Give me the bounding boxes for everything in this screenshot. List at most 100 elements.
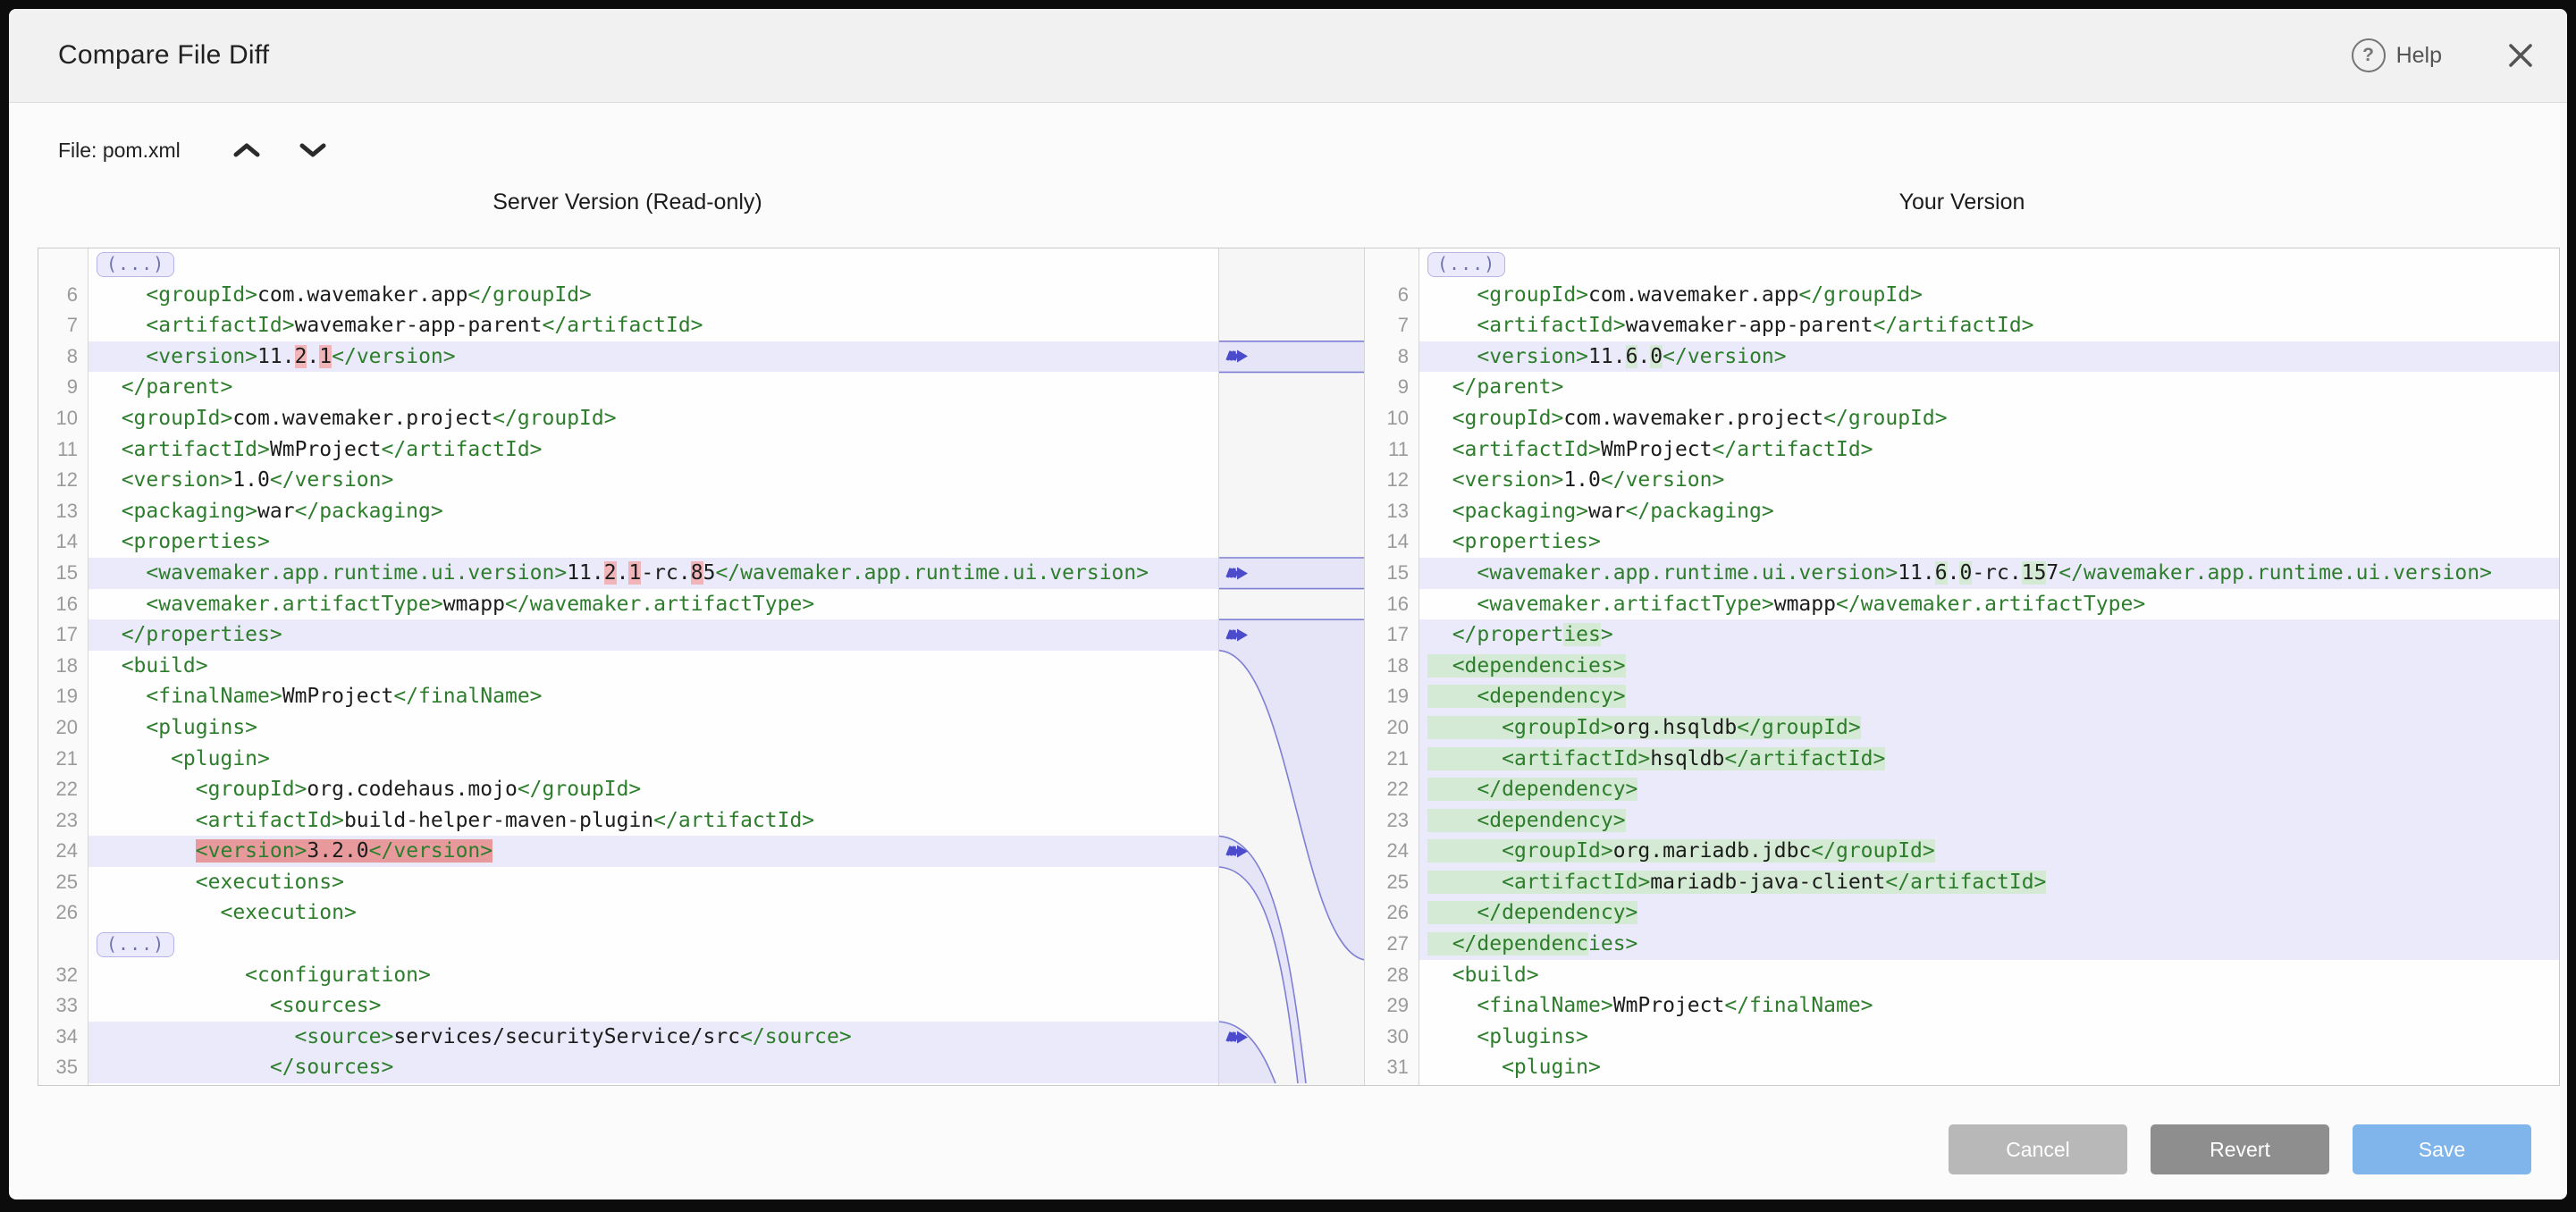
code-row: <build>	[88, 651, 1218, 682]
code-row: <groupId>org.codehaus.mojo</groupId>	[88, 774, 1218, 805]
line-number: 16	[1365, 589, 1418, 620]
line-number: 15	[1365, 558, 1418, 589]
code-row: </dependency>	[1419, 774, 2559, 805]
help-button[interactable]: ? Help	[2352, 38, 2442, 72]
code-row: <version>1.0</version>	[88, 465, 1218, 496]
line-number: 23	[38, 805, 88, 837]
line-number: 14	[1365, 526, 1418, 558]
code-row: <artifactId>WmProject</artifactId>	[1419, 434, 2559, 466]
apply-change-arrow-4[interactable]	[1225, 844, 1250, 859]
line-number: 16	[38, 589, 88, 620]
diff-connector-strip	[1219, 248, 1365, 1085]
code-row: <artifactId>mariadb-java-client</artifac…	[1419, 867, 2559, 898]
code-row: <finalName>WmProject</finalName>	[1419, 990, 2559, 1022]
chevron-down-icon[interactable]	[290, 132, 336, 168]
help-label: Help	[2396, 43, 2442, 69]
line-number: 13	[1365, 496, 1418, 527]
line-number: 13	[38, 496, 88, 527]
code-row: <configuration>	[88, 960, 1218, 991]
save-button[interactable]: Save	[2353, 1124, 2531, 1174]
code-row: <packaging>war</packaging>	[1419, 496, 2559, 527]
file-name-label: File: pom.xml	[58, 139, 181, 163]
code-row: <dependency>	[1419, 681, 2559, 712]
code-row: </properties>	[1419, 619, 2559, 651]
line-number: 7	[1365, 310, 1418, 341]
code-row: <executions>	[88, 867, 1218, 898]
collapsed-region-row: (...)	[88, 929, 1218, 960]
collapsed-region-row: (...)	[1419, 248, 2559, 280]
compare-file-diff-dialog: Compare File Diff ? Help File: pom.xml	[9, 9, 2567, 1199]
line-number	[1365, 248, 1418, 280]
line-number: 32	[38, 960, 88, 991]
left-code[interactable]: (...) <groupId>com.wavemaker.app</groupI…	[88, 248, 1219, 1085]
code-row: </parent>	[1419, 372, 2559, 403]
cancel-button[interactable]: Cancel	[1949, 1124, 2127, 1174]
code-row: <artifactId>WmProject</artifactId>	[88, 434, 1218, 466]
collapsed-region-row: (...)	[88, 248, 1218, 280]
code-row: <plugin>	[88, 744, 1218, 775]
code-row: <properties>	[1419, 526, 2559, 558]
line-number: 21	[38, 744, 88, 775]
code-row: <properties>	[88, 526, 1218, 558]
line-number: 34	[38, 1022, 88, 1053]
file-toolbar: File: pom.xml	[58, 132, 336, 168]
right-line-numbers: 6789101112131415161718192021222324252627…	[1365, 248, 1419, 1085]
apply-change-arrow-1[interactable]	[1225, 349, 1250, 364]
code-row: </properties>	[88, 619, 1218, 651]
code-row: <plugin>	[1419, 1052, 2559, 1083]
line-number: 18	[1365, 651, 1418, 682]
line-number: 17	[1365, 619, 1418, 651]
line-number: 6	[38, 280, 88, 311]
close-icon[interactable]	[2501, 36, 2540, 75]
apply-change-arrow-3[interactable]	[1225, 627, 1250, 643]
collapsed-region-toggle[interactable]: (...)	[1427, 252, 1505, 277]
right-code[interactable]: (...) <groupId>com.wavemaker.app</groupI…	[1419, 248, 2559, 1085]
line-number: 26	[38, 897, 88, 929]
line-number: 24	[1365, 836, 1418, 867]
apply-change-arrow-5[interactable]	[1225, 1030, 1250, 1045]
code-row: <wavemaker.artifactType>wmapp</wavemaker…	[1419, 589, 2559, 620]
code-row: <version>3.2.0</version>	[88, 836, 1218, 867]
code-row: <groupId>com.wavemaker.project</groupId>	[88, 403, 1218, 434]
code-row: <finalName>WmProject</finalName>	[88, 681, 1218, 712]
revert-button[interactable]: Revert	[2151, 1124, 2329, 1174]
chevron-up-icon[interactable]	[223, 132, 270, 168]
line-number: 7	[38, 310, 88, 341]
line-number: 20	[1365, 712, 1418, 744]
line-number: 22	[38, 774, 88, 805]
code-row: <dependency>	[1419, 805, 2559, 837]
line-number: 8	[38, 341, 88, 373]
code-row: <groupId>org.hsqldb</groupId>	[1419, 712, 2559, 744]
diff-editor: 6789101112131415161718192021222324252632…	[38, 248, 2560, 1086]
line-number: 12	[38, 465, 88, 496]
apply-change-arrow-2[interactable]	[1225, 566, 1250, 581]
dialog-header: Compare File Diff ? Help	[9, 9, 2567, 103]
code-row: <plugins>	[88, 712, 1218, 744]
line-number: 9	[38, 372, 88, 403]
line-number: 19	[38, 681, 88, 712]
line-number: 9	[1365, 372, 1418, 403]
line-number: 11	[38, 434, 88, 466]
line-number: 25	[38, 867, 88, 898]
dialog-footer: Cancel Revert Save	[1949, 1124, 2531, 1174]
collapsed-region-toggle[interactable]: (...)	[97, 932, 174, 957]
line-number: 11	[1365, 434, 1418, 466]
line-number: 10	[1365, 403, 1418, 434]
line-number: 19	[1365, 681, 1418, 712]
your-version-header: Your Version	[1364, 189, 2560, 215]
server-version-header: Server Version (Read-only)	[38, 189, 1217, 215]
line-number: 35	[38, 1052, 88, 1083]
code-row: </sources>	[88, 1052, 1218, 1083]
line-number: 6	[1365, 280, 1418, 311]
line-number: 8	[1365, 341, 1418, 373]
line-number: 15	[38, 558, 88, 589]
code-row: <wavemaker.app.runtime.ui.version>11.6.0…	[1419, 558, 2559, 589]
line-number: 26	[1365, 897, 1418, 929]
code-row: <groupId>com.wavemaker.project</groupId>	[1419, 403, 2559, 434]
header-actions: ? Help	[2352, 9, 2540, 102]
circle-question-icon: ?	[2352, 38, 2386, 72]
line-number: 27	[1365, 929, 1418, 960]
line-number: 24	[38, 836, 88, 867]
line-number: 17	[38, 619, 88, 651]
collapsed-region-toggle[interactable]: (...)	[97, 252, 174, 277]
